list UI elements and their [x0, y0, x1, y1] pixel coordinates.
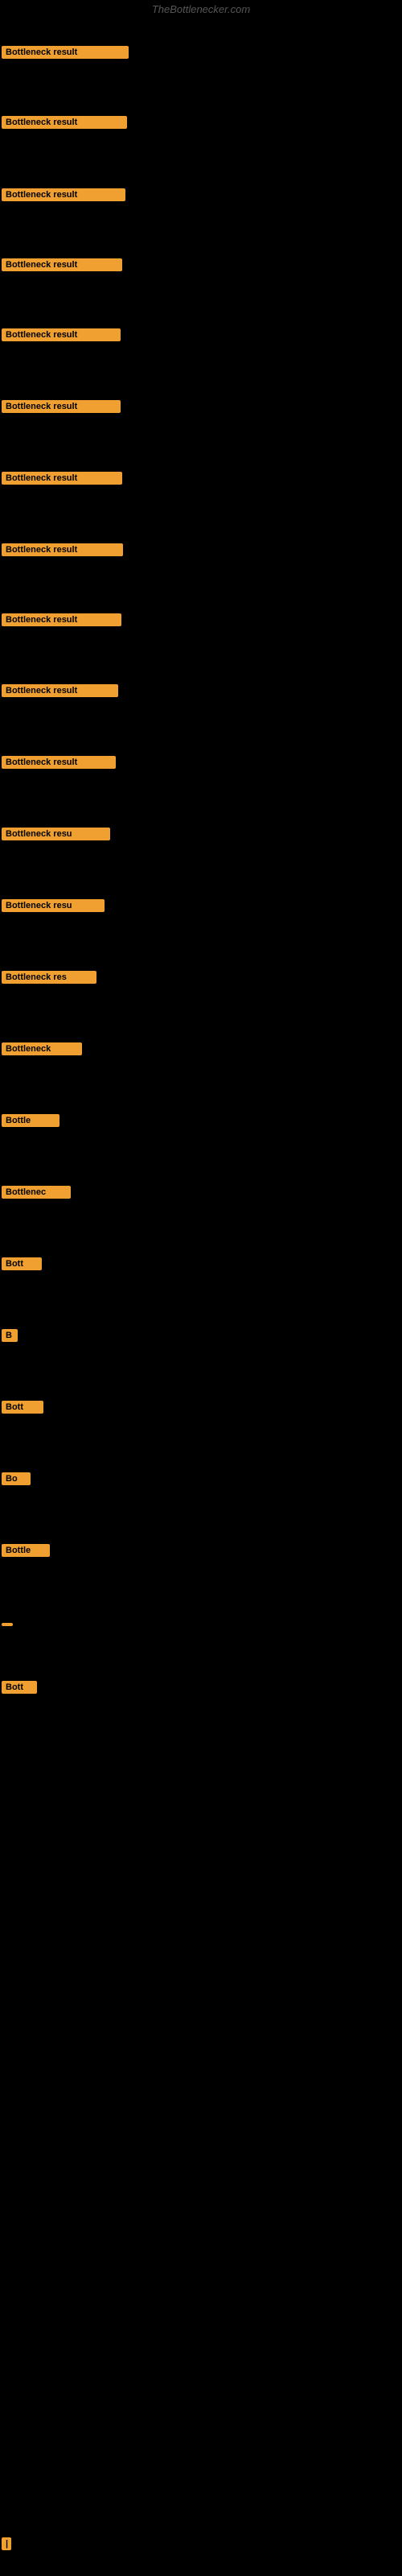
badge-1-container: Bottleneck result	[2, 46, 129, 63]
badge-20-container: Bott	[2, 1401, 43, 1418]
badge-4: Bottleneck result	[2, 258, 122, 271]
badge-6-container: Bottleneck result	[2, 400, 121, 417]
badge-16: Bottle	[2, 1114, 59, 1127]
badge-19-container: B	[2, 1329, 18, 1346]
badge-23	[2, 1623, 13, 1626]
badge-13: Bottleneck resu	[2, 899, 105, 912]
badge-19: B	[2, 1329, 18, 1342]
badge-12: Bottleneck resu	[2, 828, 110, 840]
badge-24-container: Bott	[2, 1681, 37, 1698]
badge-11-container: Bottleneck result	[2, 756, 116, 773]
badge-8: Bottleneck result	[2, 543, 123, 556]
badge-18: Bott	[2, 1257, 42, 1270]
badge-17-container: Bottlenec	[2, 1186, 71, 1203]
badge-10-container: Bottleneck result	[2, 684, 118, 701]
badge-20: Bott	[2, 1401, 43, 1414]
badge-5: Bottleneck result	[2, 328, 121, 341]
badge-14: Bottleneck res	[2, 971, 96, 984]
badge-11: Bottleneck result	[2, 756, 116, 769]
badge-12-container: Bottleneck resu	[2, 828, 110, 844]
badge-5-container: Bottleneck result	[2, 328, 121, 345]
badge-9: Bottleneck result	[2, 613, 121, 626]
badge-22-container: Bottle	[2, 1544, 50, 1561]
badge-9-container: Bottleneck result	[2, 613, 121, 630]
badge-1: Bottleneck result	[2, 46, 129, 59]
badge-8-container: Bottleneck result	[2, 543, 123, 560]
badge-7: Bottleneck result	[2, 472, 122, 485]
badge-2-container: Bottleneck result	[2, 116, 127, 133]
badge-16-container: Bottle	[2, 1114, 59, 1131]
badge-25-container: |	[2, 2537, 11, 2554]
badge-23-container	[2, 1616, 13, 1630]
badge-21: Bo	[2, 1472, 31, 1485]
badge-3: Bottleneck result	[2, 188, 125, 201]
badge-2: Bottleneck result	[2, 116, 127, 129]
site-title: TheBottlenecker.com	[0, 3, 402, 15]
badge-18-container: Bott	[2, 1257, 42, 1274]
badge-22: Bottle	[2, 1544, 50, 1557]
badge-21-container: Bo	[2, 1472, 31, 1489]
badge-10: Bottleneck result	[2, 684, 118, 697]
badge-15-container: Bottleneck	[2, 1042, 82, 1059]
badge-4-container: Bottleneck result	[2, 258, 122, 275]
badge-6: Bottleneck result	[2, 400, 121, 413]
badge-7-container: Bottleneck result	[2, 472, 122, 489]
badge-3-container: Bottleneck result	[2, 188, 125, 205]
badge-13-container: Bottleneck resu	[2, 899, 105, 916]
badge-15: Bottleneck	[2, 1042, 82, 1055]
badge-17: Bottlenec	[2, 1186, 71, 1199]
badge-25: |	[2, 2537, 11, 2550]
badge-14-container: Bottleneck res	[2, 971, 96, 988]
badge-24: Bott	[2, 1681, 37, 1694]
